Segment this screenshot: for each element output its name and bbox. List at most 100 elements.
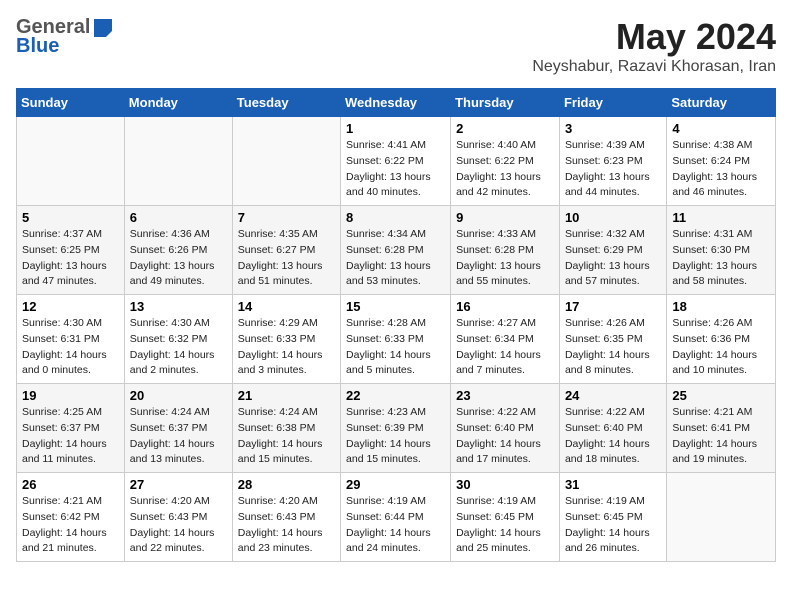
day-info-line: Sunrise: 4:26 AM xyxy=(672,317,752,329)
day-info: Sunrise: 4:33 AMSunset: 6:28 PMDaylight:… xyxy=(456,227,554,290)
calendar-cell: 20Sunrise: 4:24 AMSunset: 6:37 PMDayligh… xyxy=(124,384,232,473)
day-info-line: Sunset: 6:22 PM xyxy=(346,155,424,167)
page-header: General Blue May 2024 Neyshabur, Razavi … xyxy=(16,16,776,76)
day-info-line: Sunrise: 4:21 AM xyxy=(672,406,752,418)
day-info-line: Daylight: 14 hours xyxy=(238,527,323,539)
day-info-line: and 53 minutes. xyxy=(346,275,421,287)
day-info-line: Sunrise: 4:35 AM xyxy=(238,228,318,240)
day-info-line: Sunset: 6:36 PM xyxy=(672,333,750,345)
day-info-line: and 24 minutes. xyxy=(346,542,421,554)
day-info-line: and 47 minutes. xyxy=(22,275,97,287)
day-info: Sunrise: 4:21 AMSunset: 6:41 PMDaylight:… xyxy=(672,405,770,468)
day-number: 9 xyxy=(456,210,554,225)
day-info-line: Sunrise: 4:32 AM xyxy=(565,228,645,240)
day-info-line: Daylight: 14 hours xyxy=(22,349,107,361)
day-info-line: Sunset: 6:45 PM xyxy=(565,511,643,523)
calendar-cell: 9 Sunrise: 4:33 AMSunset: 6:28 PMDaylight… xyxy=(451,206,560,295)
day-info-line: Sunrise: 4:25 AM xyxy=(22,406,102,418)
day-number: 14 xyxy=(238,299,335,314)
day-info-line: and 23 minutes. xyxy=(238,542,313,554)
day-info-line: and 0 minutes. xyxy=(22,364,91,376)
day-info-line: Daylight: 14 hours xyxy=(672,349,757,361)
day-number: 7 xyxy=(238,210,335,225)
day-number: 8 xyxy=(346,210,445,225)
day-info-line: Daylight: 14 hours xyxy=(456,527,541,539)
day-info-line: Sunrise: 4:22 AM xyxy=(565,406,645,418)
day-info: Sunrise: 4:26 AMSunset: 6:35 PMDaylight:… xyxy=(565,316,661,379)
day-info-line: Sunset: 6:30 PM xyxy=(672,244,750,256)
calendar-week-row: 19 Sunrise: 4:25 AMSunset: 6:37 PMDayligh… xyxy=(17,384,776,473)
day-info-line: Sunrise: 4:30 AM xyxy=(22,317,102,329)
calendar-cell: 3Sunrise: 4:39 AMSunset: 6:23 PMDaylight… xyxy=(559,117,666,206)
day-info-line: Daylight: 13 hours xyxy=(565,171,650,183)
day-info-line: Sunset: 6:39 PM xyxy=(346,422,424,434)
day-info-line: Sunrise: 4:28 AM xyxy=(346,317,426,329)
calendar-cell: 23Sunrise: 4:22 AMSunset: 6:40 PMDayligh… xyxy=(451,384,560,473)
calendar-cell: 31Sunrise: 4:19 AMSunset: 6:45 PMDayligh… xyxy=(559,473,666,562)
day-number: 3 xyxy=(565,121,661,136)
day-info-line: Daylight: 14 hours xyxy=(346,438,431,450)
day-info: Sunrise: 4:28 AMSunset: 6:33 PMDaylight:… xyxy=(346,316,445,379)
day-info-line: Sunset: 6:42 PM xyxy=(22,511,100,523)
day-info-line: Sunrise: 4:27 AM xyxy=(456,317,536,329)
day-info: Sunrise: 4:25 AMSunset: 6:37 PMDaylight:… xyxy=(22,405,119,468)
day-info-line: Daylight: 14 hours xyxy=(565,527,650,539)
day-number: 4 xyxy=(672,121,770,136)
day-info-line: Sunrise: 4:38 AM xyxy=(672,139,752,151)
day-info-line: Sunrise: 4:24 AM xyxy=(130,406,210,418)
day-info-line: Daylight: 14 hours xyxy=(346,527,431,539)
calendar-cell: 10Sunrise: 4:32 AMSunset: 6:29 PMDayligh… xyxy=(559,206,666,295)
day-info: Sunrise: 4:19 AM Sunset: 6:45 PM Daylight:… xyxy=(565,494,661,557)
day-info: Sunrise: 4:41 AMSunset: 6:22 PMDaylight:… xyxy=(346,138,445,201)
day-info-line: Sunrise: 4:37 AM xyxy=(22,228,102,240)
day-info-line: Daylight: 14 hours xyxy=(238,438,323,450)
day-info: Sunrise: 4:27 AMSunset: 6:34 PMDaylight:… xyxy=(456,316,554,379)
day-info-line: and 15 minutes. xyxy=(346,453,421,465)
day-info-line: Daylight: 13 hours xyxy=(346,260,431,272)
logo: General Blue xyxy=(16,16,114,58)
day-info: Sunrise: 4:31 AMSunset: 6:30 PMDaylight:… xyxy=(672,227,770,290)
day-info-line: and 51 minutes. xyxy=(238,275,313,287)
calendar-cell xyxy=(124,117,232,206)
month-title: May 2024 xyxy=(532,16,776,58)
day-info-line: Daylight: 14 hours xyxy=(456,349,541,361)
day-info-line: Daylight: 14 hours xyxy=(238,349,323,361)
calendar-cell: 29Sunrise: 4:19 AMSunset: 6:44 PMDayligh… xyxy=(341,473,451,562)
day-info-line: Sunset: 6:29 PM xyxy=(565,244,643,256)
day-number: 19 xyxy=(22,388,119,403)
day-info-line: Daylight: 13 hours xyxy=(672,260,757,272)
day-info-line: Sunset: 6:45 PM xyxy=(456,511,534,523)
day-info-line: and 55 minutes. xyxy=(456,275,531,287)
calendar-cell: 28Sunrise: 4:20 AMSunset: 6:43 PMDayligh… xyxy=(232,473,340,562)
calendar-cell: 1Sunrise: 4:41 AMSunset: 6:22 PMDaylight… xyxy=(341,117,451,206)
day-number: 25 xyxy=(672,388,770,403)
title-block: May 2024 Neyshabur, Razavi Khorasan, Ira… xyxy=(532,16,776,76)
day-info-line: and 26 minutes. xyxy=(565,542,640,554)
calendar-week-row: 1Sunrise: 4:41 AMSunset: 6:22 PMDaylight… xyxy=(17,117,776,206)
day-info-line: Sunset: 6:40 PM xyxy=(565,422,643,434)
day-info-line: Sunset: 6:43 PM xyxy=(238,511,316,523)
day-info: Sunrise: 4:40 AMSunset: 6:22 PMDaylight:… xyxy=(456,138,554,201)
weekday-header-sunday: Sunday xyxy=(17,89,125,117)
day-info-line: Sunrise: 4:26 AM xyxy=(565,317,645,329)
day-info-line: Daylight: 14 hours xyxy=(565,438,650,450)
day-info-line: and 7 minutes. xyxy=(456,364,525,376)
calendar-cell: 14Sunrise: 4:29 AMSunset: 6:33 PMDayligh… xyxy=(232,295,340,384)
day-number: 16 xyxy=(456,299,554,314)
day-info-line: Sunrise: 4:19 AM xyxy=(565,495,645,507)
weekday-header-thursday: Thursday xyxy=(451,89,560,117)
day-info-line: Daylight: 14 hours xyxy=(22,438,107,450)
calendar-cell: 26Sunrise: 4:21 AMSunset: 6:42 PMDayligh… xyxy=(17,473,125,562)
day-number: 20 xyxy=(130,388,227,403)
day-number: 24 xyxy=(565,388,661,403)
calendar-cell: 2Sunrise: 4:40 AMSunset: 6:22 PMDaylight… xyxy=(451,117,560,206)
day-info: Sunrise: 4:22 AMSunset: 6:40 PMDaylight:… xyxy=(456,405,554,468)
day-info-line: Sunrise: 4:20 AM xyxy=(238,495,318,507)
calendar-cell: 30Sunrise: 4:19 AMSunset: 6:45 PMDayligh… xyxy=(451,473,560,562)
day-number: 29 xyxy=(346,477,445,492)
calendar-cell: 19 Sunrise: 4:25 AMSunset: 6:37 PMDayligh… xyxy=(17,384,125,473)
day-info-line: Sunset: 6:31 PM xyxy=(22,333,100,345)
day-info: Sunrise: 4:38 AMSunset: 6:24 PMDaylight:… xyxy=(672,138,770,201)
day-number: 6 xyxy=(130,210,227,225)
day-info-line: Daylight: 13 hours xyxy=(456,260,541,272)
